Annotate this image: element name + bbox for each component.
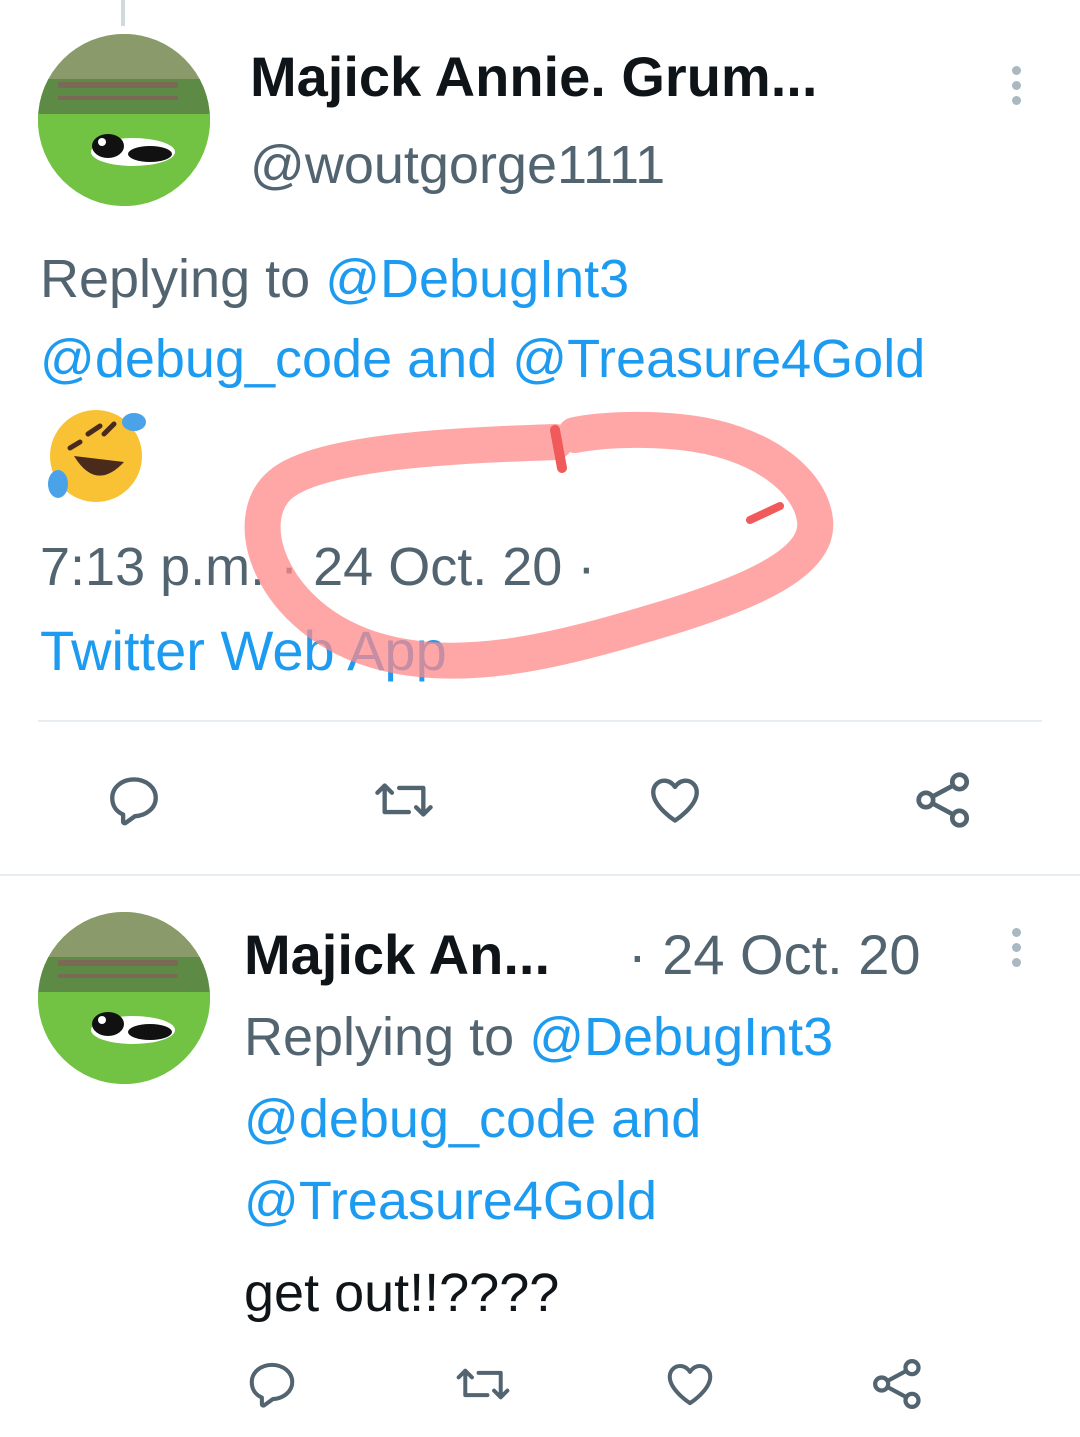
replying-to-line-2: @debug_code and @Treasure4Gold: [40, 328, 925, 390]
thread-line: [121, 0, 125, 26]
more-icon[interactable]: [1012, 928, 1024, 973]
tweet-text: get out!!????: [244, 1263, 560, 1323]
avatar[interactable]: [38, 34, 210, 206]
tweet-time[interactable]: 7:13 p.m.: [40, 537, 265, 597]
separator-dot: ·: [280, 537, 299, 597]
reply-icon[interactable]: [244, 1356, 300, 1412]
replying-to-line: Replying to @DebugInt3: [40, 248, 629, 310]
retweet-icon[interactable]: [367, 768, 441, 832]
mention-conjunction: and: [407, 329, 498, 389]
source-app-link[interactable]: Twitter Web App: [40, 618, 447, 683]
mention-link[interactable]: @debug_code: [40, 329, 392, 389]
reply-icon[interactable]: [102, 768, 166, 832]
more-icon[interactable]: [1012, 66, 1024, 111]
mention-link[interactable]: @DebugInt3: [325, 249, 629, 309]
rofl-emoji: [44, 404, 146, 506]
mention-link[interactable]: @Treasure4Gold: [512, 329, 925, 389]
replying-label: Replying to: [244, 1007, 515, 1067]
rofl-emoji-art: [48, 410, 146, 502]
tweet-date[interactable]: · 24 Oct. 20: [628, 922, 921, 987]
panda-photo: [38, 912, 210, 1084]
like-icon[interactable]: [662, 1356, 718, 1412]
replying-to-line-2: @debug_code and: [244, 1088, 701, 1150]
avatar[interactable]: [38, 912, 210, 1084]
tweet-date[interactable]: 24 Oct. 20: [313, 537, 562, 597]
mention-link[interactable]: @Treasure4Gold: [244, 1170, 657, 1232]
display-name[interactable]: Majick Annie. Grum...: [250, 44, 817, 109]
tweet-separator: [0, 874, 1080, 876]
separator-dot: ·: [577, 537, 596, 597]
mention-link[interactable]: @debug_code: [244, 1089, 596, 1149]
timestamp-line: 7:13 p.m. · 24 Oct. 20 ·: [40, 536, 595, 598]
share-icon[interactable]: [912, 768, 976, 832]
divider: [38, 720, 1042, 722]
like-icon[interactable]: [643, 768, 707, 832]
display-name[interactable]: Majick An...: [244, 922, 550, 987]
retweet-icon[interactable]: [450, 1356, 516, 1412]
user-handle[interactable]: @woutgorge1111: [250, 134, 665, 196]
mention-conjunction: and: [611, 1089, 702, 1149]
replying-to-line: Replying to @DebugInt3: [244, 1006, 833, 1068]
mention-link[interactable]: @DebugInt3: [529, 1007, 833, 1067]
replying-label: Replying to: [40, 249, 311, 309]
share-icon[interactable]: [870, 1356, 926, 1412]
panda-photo: [38, 34, 210, 206]
